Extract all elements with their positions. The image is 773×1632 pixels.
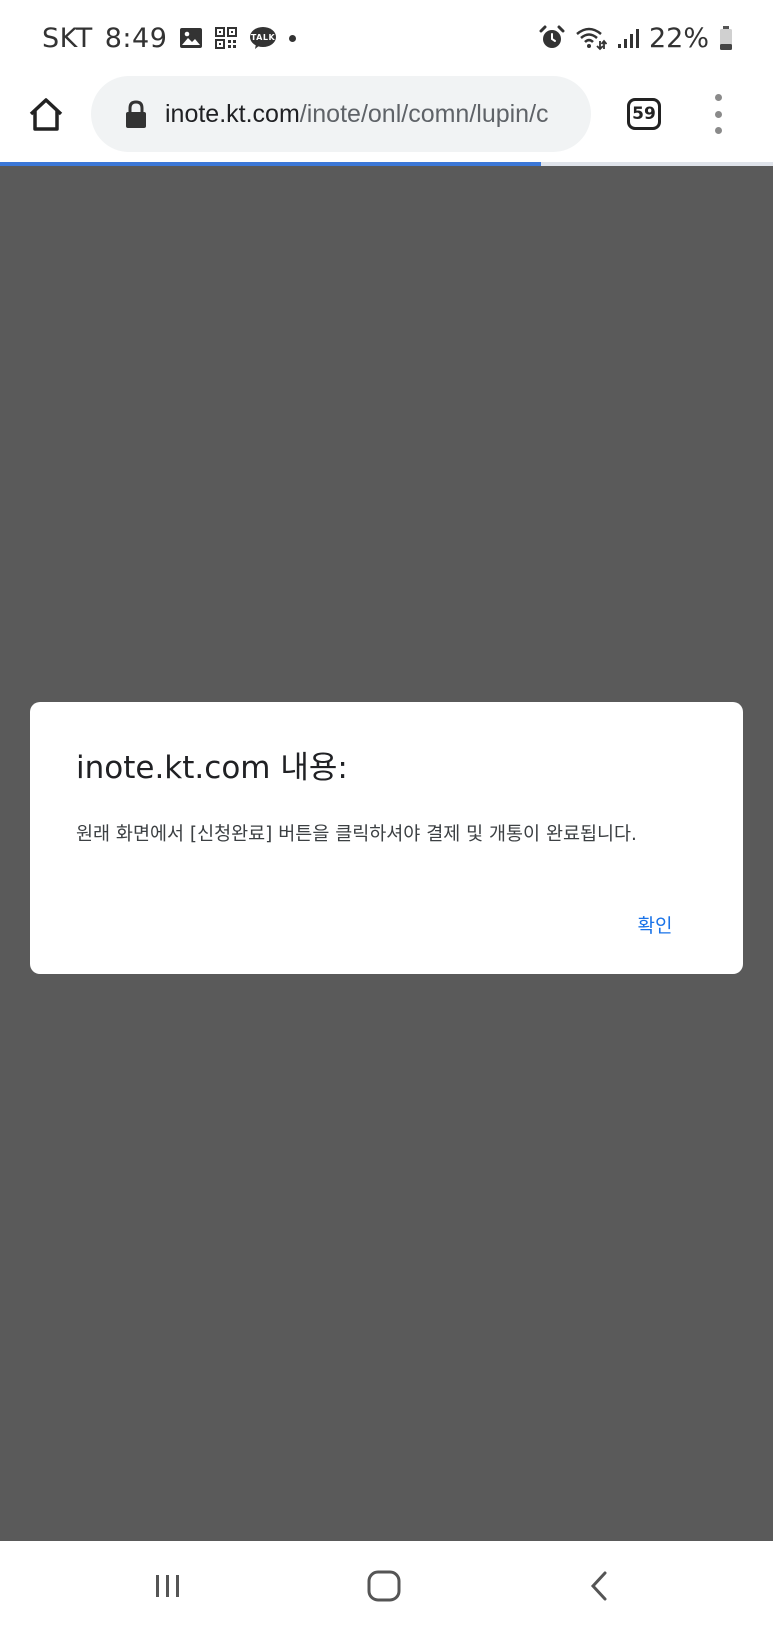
- lock-icon: [126, 100, 146, 128]
- dialog-title: inote.kt.com 내용:: [76, 750, 348, 786]
- tab-switcher-button[interactable]: 59: [627, 98, 661, 130]
- confirm-button[interactable]: 확인: [620, 906, 690, 942]
- back-button[interactable]: [570, 1561, 630, 1611]
- screen: SKT 8:49 TALK 22% inote.kt.com/inote/onl…: [0, 0, 773, 1632]
- back-icon: [590, 1571, 607, 1601]
- carrier-label: SKT: [42, 22, 93, 54]
- system-nav-bar: [0, 1541, 773, 1632]
- nav-home-button[interactable]: [354, 1561, 414, 1611]
- status-left: SKT 8:49 TALK: [42, 20, 297, 56]
- kakaotalk-label: TALK: [251, 33, 276, 42]
- url-text: inote.kt.com/inote/onl/comn/lupin/c: [165, 100, 549, 129]
- status-right: 22%: [539, 20, 733, 56]
- kakaotalk-icon: TALK: [249, 26, 277, 50]
- battery-percent: 22%: [648, 22, 709, 54]
- qr-code-icon: [215, 27, 238, 49]
- alarm-icon: [539, 25, 565, 51]
- home-icon: [367, 1570, 401, 1602]
- tab-count: 59: [632, 104, 656, 124]
- menu-dot-icon: [714, 127, 722, 134]
- alert-dialog: inote.kt.com 내용: 원래 화면에서 [신청완료] 버튼을 클릭하셔…: [30, 702, 743, 974]
- notification-dot: [289, 34, 297, 42]
- signal-icon: [617, 27, 639, 49]
- house-icon: [29, 98, 63, 131]
- battery-icon: [719, 25, 733, 51]
- image-icon: [179, 27, 203, 49]
- status-bar: SKT 8:49 TALK 22%: [0, 0, 773, 72]
- more-menu-button[interactable]: [706, 94, 730, 134]
- recent-apps-button[interactable]: [138, 1561, 198, 1611]
- clock: 8:49: [104, 22, 168, 54]
- menu-dot-icon: [714, 94, 722, 101]
- recent-apps-icon: [156, 1575, 179, 1597]
- menu-dot-icon: [714, 110, 722, 118]
- url-host: inote.kt.com: [165, 99, 300, 128]
- url-bar[interactable]: inote.kt.com/inote/onl/comn/lupin/c: [91, 76, 591, 152]
- home-button[interactable]: [22, 90, 70, 138]
- url-path: /inote/onl/comn/lupin/c: [299, 99, 549, 128]
- browser-toolbar: inote.kt.com/inote/onl/comn/lupin/c 59: [0, 72, 773, 162]
- wifi-icon: [575, 25, 607, 51]
- dialog-message: 원래 화면에서 [신청완료] 버튼을 클릭하셔야 결제 및 개통이 완료됩니다.: [76, 824, 637, 845]
